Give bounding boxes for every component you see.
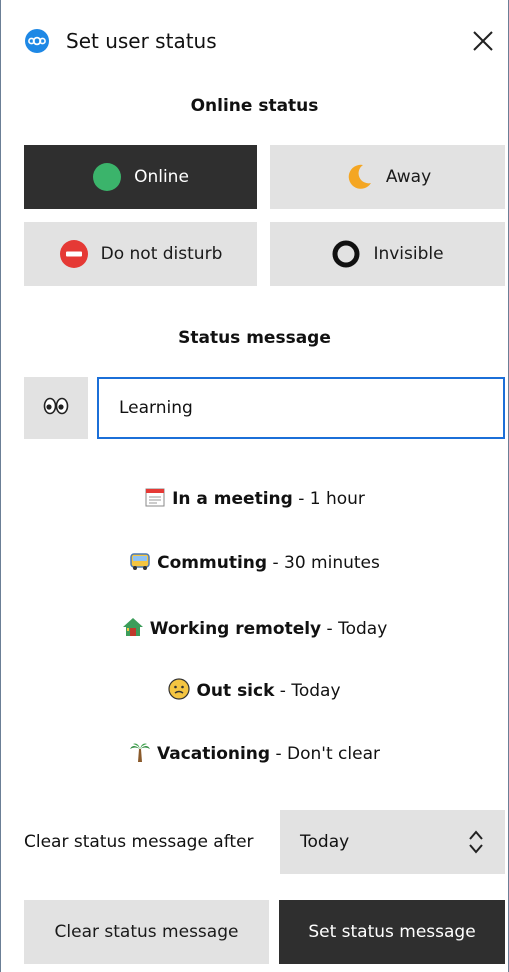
preset-label: Vacationing xyxy=(157,744,271,764)
status-dnd-label: Do not disturb xyxy=(100,244,223,264)
clear-after-select[interactable]: Today xyxy=(280,810,505,874)
emoji-picker-button[interactable] xyxy=(24,377,88,439)
status-dnd-button[interactable]: Do not disturb xyxy=(24,222,257,286)
house-icon xyxy=(122,616,144,638)
nextcloud-logo-icon xyxy=(25,29,49,53)
clear-status-button[interactable]: Clear status message xyxy=(24,900,269,964)
green-dot-icon xyxy=(92,162,122,192)
clear-after-value: Today xyxy=(300,832,350,852)
online-status-heading: Online status xyxy=(190,96,319,116)
palm-tree-icon xyxy=(129,741,151,763)
preset-duration: - 1 hour xyxy=(292,489,365,509)
no-entry-icon xyxy=(59,239,89,269)
window-title: Set user status xyxy=(66,29,217,53)
status-invisible-button[interactable]: Invisible xyxy=(270,222,505,286)
set-status-button[interactable]: Set status message xyxy=(279,900,505,964)
preset-out-sick[interactable]: Out sick - Today xyxy=(0,678,509,703)
preset-label: In a meeting xyxy=(172,489,293,509)
preset-duration: - 30 minutes xyxy=(267,553,380,573)
close-button[interactable] xyxy=(468,26,498,56)
status-away-button[interactable]: Away xyxy=(270,145,505,209)
status-online-button[interactable]: Online xyxy=(24,145,257,209)
clear-status-label: Clear status message xyxy=(54,922,239,942)
status-invisible-label: Invisible xyxy=(373,244,444,264)
title-bar: Set user status xyxy=(0,0,509,80)
preset-commuting[interactable]: Commuting - 30 minutes xyxy=(0,550,509,575)
calendar-icon xyxy=(144,486,166,508)
set-status-label: Set status message xyxy=(308,922,476,942)
preset-vacationing[interactable]: Vacationing - Don't clear xyxy=(0,741,509,766)
sick-face-icon xyxy=(168,678,191,700)
preset-duration: - Today xyxy=(321,619,388,639)
chevron-updown-icon xyxy=(467,828,485,861)
preset-duration: - Don't clear xyxy=(270,744,380,764)
preset-label: Commuting xyxy=(157,553,268,573)
status-message-heading: Status message xyxy=(178,328,331,348)
close-icon xyxy=(473,31,493,51)
bus-icon xyxy=(129,550,151,572)
moon-icon xyxy=(344,162,374,192)
status-online-label: Online xyxy=(134,167,189,187)
ring-icon xyxy=(331,239,361,269)
status-away-label: Away xyxy=(385,167,432,187)
preset-working-remotely[interactable]: Working remotely - Today xyxy=(0,616,509,641)
preset-label: Out sick xyxy=(196,681,275,701)
status-message-input[interactable] xyxy=(97,377,505,439)
preset-duration: - Today xyxy=(274,681,341,701)
eyes-icon xyxy=(43,397,69,419)
clear-after-label: Clear status message after xyxy=(24,832,254,852)
preset-label: Working remotely xyxy=(149,619,322,639)
preset-in-a-meeting[interactable]: In a meeting - 1 hour xyxy=(0,486,509,511)
